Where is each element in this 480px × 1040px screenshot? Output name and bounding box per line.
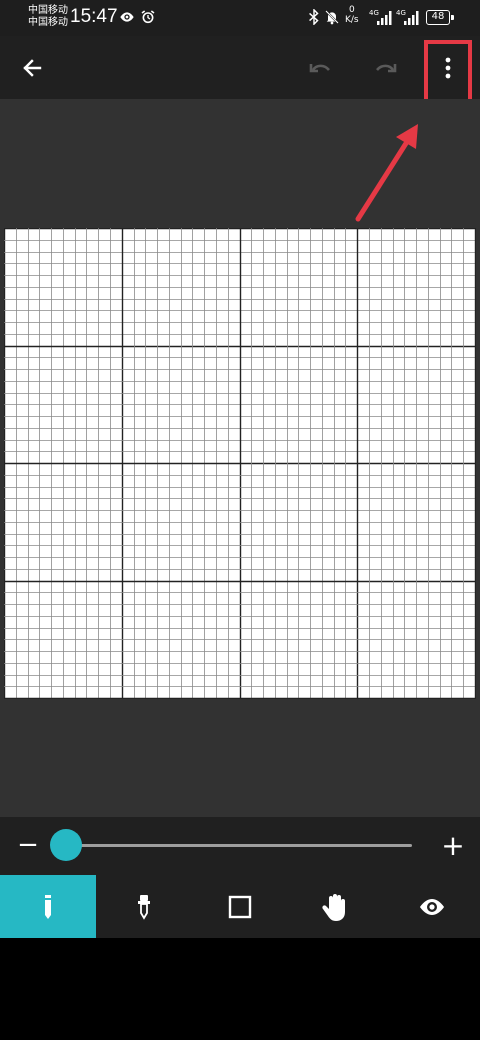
carrier-2: 中国移动: [28, 17, 68, 28]
back-button[interactable]: [8, 44, 56, 92]
signal-2-label: 4G: [396, 9, 406, 17]
status-bar: 中国移动 中国移动 15:47 0 K/s 4G 4G 48: [0, 0, 480, 36]
alarm-icon: [140, 9, 156, 29]
square-icon: [228, 895, 252, 918]
arrow-left-icon: [23, 59, 42, 77]
redo-button[interactable]: [361, 44, 409, 92]
signal-1-label: 4G: [369, 9, 379, 17]
battery-indicator: 48: [426, 10, 454, 25]
bluetooth-icon: [308, 8, 320, 29]
top-toolbar: [0, 36, 480, 99]
zoom-slider-thumb[interactable]: [50, 829, 82, 861]
tool-rectangle[interactable]: [192, 875, 288, 938]
grid-lines: [3, 227, 477, 700]
nav-area: [0, 938, 480, 1040]
eye-status-icon: [118, 9, 136, 29]
net-speed: 0 K/s: [345, 5, 359, 25]
net-speed-value: 0: [348, 5, 355, 15]
zoom-slider-track[interactable]: [66, 844, 412, 847]
eyedropper-icon: [138, 894, 150, 920]
zoom-in-button[interactable]: +: [438, 828, 468, 862]
tool-hand[interactable]: [288, 875, 384, 938]
tool-bar: [0, 875, 480, 938]
tool-preview[interactable]: [384, 875, 480, 938]
pencil-icon: [45, 894, 51, 919]
zoom-in-label: +: [441, 828, 465, 862]
carrier-1: 中国移动: [28, 5, 68, 16]
zoom-out-label: −: [17, 830, 39, 860]
annotation-arrow-icon: [355, 124, 418, 222]
redo-icon: [376, 64, 397, 73]
carrier-info: 中国移动 中国移动: [28, 5, 68, 29]
hand-icon: [322, 893, 345, 921]
status-clock: 15:47: [70, 6, 118, 27]
mute-bell-icon: [324, 9, 340, 29]
undo-icon: [309, 64, 330, 73]
zoom-out-button[interactable]: −: [14, 829, 42, 861]
zoom-bar: − +: [0, 817, 480, 875]
eye-icon: [420, 898, 444, 915]
tool-eyedropper[interactable]: [96, 875, 192, 938]
canvas-area: [0, 99, 480, 817]
pixel-grid-canvas[interactable]: [3, 227, 477, 700]
highlight-box: [424, 40, 472, 105]
undo-button[interactable]: [297, 44, 345, 92]
net-speed-unit: K/s: [345, 15, 359, 25]
tool-pencil[interactable]: [0, 875, 96, 938]
